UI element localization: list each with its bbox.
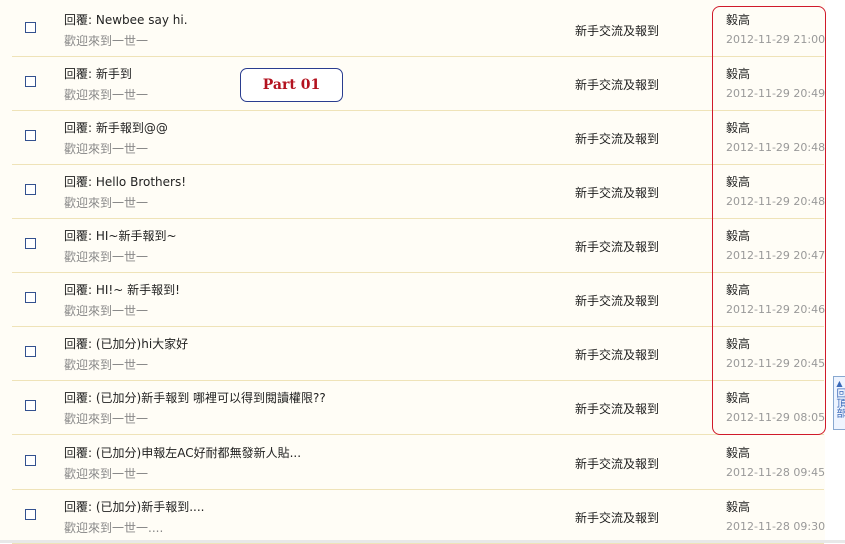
post-list-panel: 回覆: Newbee say hi. 歡迎來到一世一 新手交流及報到 毅高 20… xyxy=(0,0,826,544)
post-time: 2012-11-29 20:48 xyxy=(726,141,826,154)
select-checkbox[interactable] xyxy=(25,346,36,357)
post-title-link[interactable]: 回覆: Hello Brothers! xyxy=(64,173,186,190)
post-title-link[interactable]: 回覆: 新手報到@@ xyxy=(64,119,168,136)
forum-link[interactable]: 新手交流及報到 xyxy=(575,455,659,472)
post-preview: 歡迎來到一世一 xyxy=(64,467,149,481)
select-checkbox[interactable] xyxy=(25,509,36,520)
post-time: 2012-11-29 20:47 xyxy=(726,249,826,262)
part-annotation-label: Part 01 xyxy=(240,68,343,102)
list-item: 回覆: (已加分)申報左AC好耐都無發新人貼... 歡迎來到一世一 新手交流及報… xyxy=(12,435,826,490)
post-title-link[interactable]: 回覆: (已加分)新手報到.... xyxy=(64,498,204,515)
select-checkbox[interactable] xyxy=(25,130,36,141)
post-preview: 歡迎來到一世一 xyxy=(64,196,149,210)
post-title-link[interactable]: 回覆: (已加分)新手報到 哪裡可以得到閱讀權限?? xyxy=(64,389,326,406)
post-time: 2012-11-29 08:05 xyxy=(726,411,826,424)
post-title-link[interactable]: 回覆: HI~新手報到~ xyxy=(64,227,177,244)
forum-link[interactable]: 新手交流及報到 xyxy=(575,130,659,147)
author-link[interactable]: 毅高 xyxy=(726,119,750,136)
forum-link[interactable]: 新手交流及報到 xyxy=(575,509,659,526)
forum-link[interactable]: 新手交流及報到 xyxy=(575,76,659,93)
list-item: 回覆: (已加分)hi大家好 歡迎來到一世一 新手交流及報到 毅高 2012-1… xyxy=(12,326,826,381)
list-item: 回覆: (已加分)新手報到.... 歡迎來到一世一.... 新手交流及報到 毅高… xyxy=(12,489,826,544)
post-preview: 歡迎來到一世一 xyxy=(64,250,149,264)
forum-link[interactable]: 新手交流及報到 xyxy=(575,238,659,255)
post-preview: 歡迎來到一世一 xyxy=(64,88,149,102)
list-item: 回覆: (已加分)新手報到 哪裡可以得到閱讀權限?? 歡迎來到一世一 新手交流及… xyxy=(12,380,826,435)
forum-link[interactable]: 新手交流及報到 xyxy=(575,184,659,201)
author-link[interactable]: 毅高 xyxy=(726,281,750,298)
post-preview: 歡迎來到一世一.... xyxy=(64,521,164,535)
select-checkbox[interactable] xyxy=(25,400,36,411)
back-to-top-button[interactable]: ▲ 回頂部 xyxy=(833,376,845,430)
arrow-up-icon: ▲ xyxy=(836,379,843,388)
forum-link[interactable]: 新手交流及報到 xyxy=(575,400,659,417)
post-time: 2012-11-28 09:45 xyxy=(726,466,826,479)
post-time: 2012-11-29 20:49 xyxy=(726,87,826,100)
author-link[interactable]: 毅高 xyxy=(726,389,750,406)
author-link[interactable]: 毅高 xyxy=(726,65,750,82)
post-title-link[interactable]: 回覆: (已加分)申報左AC好耐都無發新人貼... xyxy=(64,444,301,461)
post-preview: 歡迎來到一世一 xyxy=(64,304,149,318)
select-checkbox[interactable] xyxy=(25,455,36,466)
post-preview: 歡迎來到一世一 xyxy=(64,358,149,372)
list-item: 回覆: HI~新手報到~ 歡迎來到一世一 新手交流及報到 毅高 2012-11-… xyxy=(12,218,826,273)
select-checkbox[interactable] xyxy=(25,238,36,249)
list-item: 回覆: Newbee say hi. 歡迎來到一世一 新手交流及報到 毅高 20… xyxy=(12,2,826,57)
post-title-link[interactable]: 回覆: HI!~ 新手報到! xyxy=(64,281,180,298)
post-title-link[interactable]: 回覆: Newbee say hi. xyxy=(64,11,188,28)
forum-link[interactable]: 新手交流及報到 xyxy=(575,22,659,39)
author-link[interactable]: 毅高 xyxy=(726,498,750,515)
author-link[interactable]: 毅高 xyxy=(726,173,750,190)
post-title-link[interactable]: 回覆: 新手到 xyxy=(64,65,132,82)
post-time: 2012-11-29 21:00 xyxy=(726,33,826,46)
post-preview: 歡迎來到一世一 xyxy=(64,142,149,156)
list-item: 回覆: 新手到 歡迎來到一世一 新手交流及報到 毅高 2012-11-29 20… xyxy=(12,56,826,111)
select-checkbox[interactable] xyxy=(25,184,36,195)
select-checkbox[interactable] xyxy=(25,76,36,87)
post-time: 2012-11-28 09:30 xyxy=(726,520,826,533)
post-title-link[interactable]: 回覆: (已加分)hi大家好 xyxy=(64,335,188,352)
list-item: 回覆: 新手報到@@ 歡迎來到一世一 新手交流及報到 毅高 2012-11-29… xyxy=(12,110,826,165)
select-checkbox[interactable] xyxy=(25,292,36,303)
list-item: 回覆: HI!~ 新手報到! 歡迎來到一世一 新手交流及報到 毅高 2012-1… xyxy=(12,272,826,327)
author-link[interactable]: 毅高 xyxy=(726,11,750,28)
post-preview: 歡迎來到一世一 xyxy=(64,34,149,48)
author-link[interactable]: 毅高 xyxy=(726,227,750,244)
post-time: 2012-11-29 20:46 xyxy=(726,303,826,316)
forum-link[interactable]: 新手交流及報到 xyxy=(575,346,659,363)
back-to-top-label: 回頂部 xyxy=(834,388,845,418)
forum-link[interactable]: 新手交流及報到 xyxy=(575,292,659,309)
select-checkbox[interactable] xyxy=(25,22,36,33)
post-time: 2012-11-29 20:45 xyxy=(726,357,826,370)
post-preview: 歡迎來到一世一 xyxy=(64,412,149,426)
author-link[interactable]: 毅高 xyxy=(726,335,750,352)
list-item: 回覆: Hello Brothers! 歡迎來到一世一 新手交流及報到 毅高 2… xyxy=(12,164,826,219)
post-time: 2012-11-29 20:48 xyxy=(726,195,826,208)
author-link[interactable]: 毅高 xyxy=(726,444,750,461)
